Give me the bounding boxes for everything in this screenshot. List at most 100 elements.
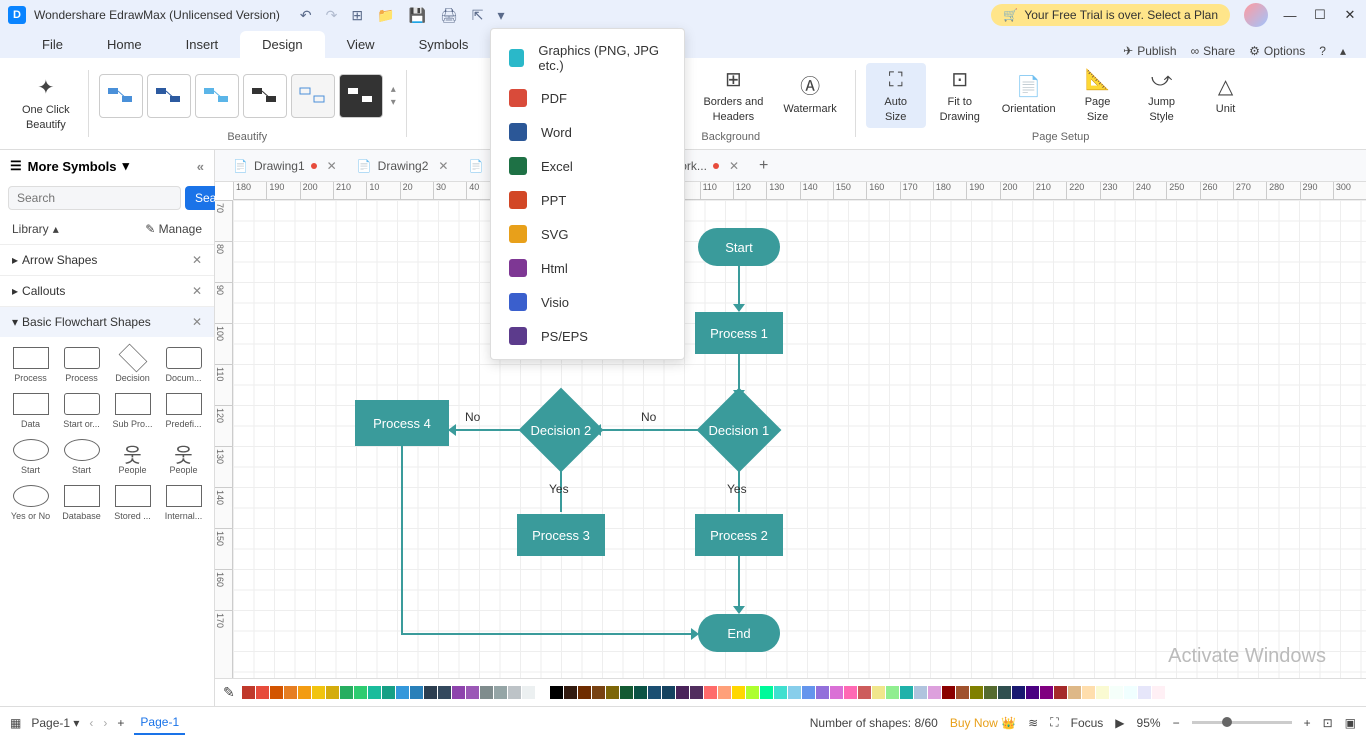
shape-item[interactable]: Start (57, 435, 106, 479)
open-icon[interactable]: 📁 (377, 7, 394, 24)
shape-process3[interactable]: Process 3 (517, 514, 605, 556)
theme-1[interactable] (99, 74, 143, 118)
hamburger-icon[interactable]: ☰ (10, 158, 22, 174)
color-swatch[interactable] (900, 686, 913, 699)
library-up-icon[interactable]: ▴ (53, 222, 59, 236)
close-cat-icon[interactable]: ✕ (192, 284, 202, 298)
color-swatch[interactable] (844, 686, 857, 699)
orientation-button[interactable]: 📄Orientation (994, 70, 1064, 120)
share-button[interactable]: ∞ Share (1191, 44, 1236, 58)
color-swatch[interactable] (1110, 686, 1123, 699)
user-avatar[interactable] (1244, 3, 1268, 27)
color-swatch[interactable] (858, 686, 871, 699)
cat-arrow-shapes[interactable]: ▸ Arrow Shapes✕ (0, 244, 214, 275)
color-swatch[interactable] (424, 686, 437, 699)
export-item[interactable]: PDF (491, 81, 684, 115)
buy-now-link[interactable]: Buy Now 👑 (950, 716, 1016, 730)
color-swatch[interactable] (956, 686, 969, 699)
cat-callouts[interactable]: ▸ Callouts✕ (0, 275, 214, 306)
close-cat-icon[interactable]: ✕ (192, 315, 202, 329)
shape-process2[interactable]: Process 2 (695, 514, 783, 556)
export-item[interactable]: Visio (491, 285, 684, 319)
collapse-sidebar-icon[interactable]: « (197, 159, 204, 174)
color-swatch[interactable] (270, 686, 283, 699)
tab-home[interactable]: Home (85, 31, 164, 58)
publish-button[interactable]: ✈ Publish (1123, 44, 1176, 58)
color-swatch[interactable] (536, 686, 549, 699)
dropdown-icon[interactable]: ▾ (123, 158, 130, 174)
focus-button[interactable]: Focus (1071, 716, 1104, 730)
color-swatch[interactable] (466, 686, 479, 699)
page-tab[interactable]: Page-1 (134, 711, 185, 735)
color-swatch[interactable] (312, 686, 325, 699)
color-swatch[interactable] (1152, 686, 1165, 699)
qat-more-icon[interactable]: ▾ (497, 7, 504, 24)
shape-item[interactable]: Process (6, 343, 55, 387)
theme-3[interactable] (195, 74, 239, 118)
color-swatch[interactable] (508, 686, 521, 699)
color-swatch[interactable] (410, 686, 423, 699)
color-swatch[interactable] (746, 686, 759, 699)
manage-button[interactable]: ✎ Manage (145, 222, 202, 236)
color-swatch[interactable] (382, 686, 395, 699)
color-swatch[interactable] (284, 686, 297, 699)
tab-file[interactable]: File (20, 31, 85, 58)
panels-icon[interactable]: ▣ (1345, 716, 1356, 730)
color-swatch[interactable] (340, 686, 353, 699)
color-swatch[interactable] (760, 686, 773, 699)
add-tab-button[interactable]: + (749, 157, 778, 175)
color-swatch[interactable] (802, 686, 815, 699)
doc-tab[interactable]: 📄Drawing1✕ (223, 153, 347, 179)
new-icon[interactable]: ⊞ (351, 7, 363, 24)
color-swatch[interactable] (452, 686, 465, 699)
theme-6[interactable] (339, 74, 383, 118)
shape-item[interactable]: Start (6, 435, 55, 479)
zoom-in-icon[interactable]: + (1304, 716, 1311, 730)
color-swatch[interactable] (690, 686, 703, 699)
library-label[interactable]: Library (12, 222, 49, 236)
zoom-out-icon[interactable]: − (1173, 716, 1180, 730)
shape-item[interactable]: Data (6, 389, 55, 433)
color-swatch[interactable] (984, 686, 997, 699)
theme-prev-icon[interactable]: ▴ (391, 84, 396, 95)
color-swatch[interactable] (648, 686, 661, 699)
shape-decision2[interactable]: Decision 2 (519, 388, 604, 473)
color-swatch[interactable] (816, 686, 829, 699)
redo-icon[interactable]: ↷ (326, 7, 338, 24)
color-swatch[interactable] (1068, 686, 1081, 699)
color-swatch[interactable] (396, 686, 409, 699)
color-swatch[interactable] (704, 686, 717, 699)
color-swatch[interactable] (578, 686, 591, 699)
theme-4[interactable] (243, 74, 287, 118)
shape-process1[interactable]: Process 1 (695, 312, 783, 354)
page-size-button[interactable]: 📐Page Size (1068, 63, 1128, 128)
close-tab-icon[interactable]: ✕ (438, 159, 448, 173)
shape-item[interactable]: Database (57, 481, 106, 525)
options-button[interactable]: ⚙ Options (1249, 44, 1305, 58)
color-swatch[interactable] (494, 686, 507, 699)
shape-start[interactable]: Start (698, 228, 780, 266)
export-item[interactable]: PPT (491, 183, 684, 217)
drawing-canvas[interactable]: Start Process 1 Decision 1 Decision 2 No… (233, 200, 1366, 678)
color-swatch[interactable] (718, 686, 731, 699)
shape-decision1[interactable]: Decision 1 (697, 388, 782, 473)
prev-page-icon[interactable]: ‹ (89, 716, 93, 730)
theme-5[interactable] (291, 74, 335, 118)
shape-item[interactable]: Start or... (57, 389, 106, 433)
color-swatch[interactable] (886, 686, 899, 699)
theme-2[interactable] (147, 74, 191, 118)
eyedropper-icon[interactable]: ✎ (223, 684, 235, 701)
auto-size-button[interactable]: ⛶Auto Size (866, 63, 926, 128)
color-swatch[interactable] (1054, 686, 1067, 699)
color-swatch[interactable] (1138, 686, 1151, 699)
color-swatch[interactable] (1026, 686, 1039, 699)
next-page-icon[interactable]: › (103, 716, 107, 730)
color-swatch[interactable] (914, 686, 927, 699)
jump-style-button[interactable]: ⤻Jump Style (1132, 63, 1192, 128)
page-dropdown[interactable]: Page-1 ▾ (31, 716, 79, 730)
color-swatch[interactable] (242, 686, 255, 699)
color-swatch[interactable] (438, 686, 451, 699)
save-icon[interactable]: 💾 (409, 7, 426, 24)
color-swatch[interactable] (256, 686, 269, 699)
close-tab-icon[interactable]: ✕ (729, 159, 739, 173)
